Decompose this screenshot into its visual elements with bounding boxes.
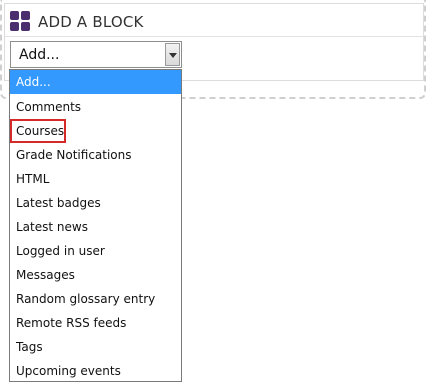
dropdown-option-remote-rss-feeds[interactable]: Remote RSS feeds xyxy=(10,311,181,335)
add-block-select[interactable]: Add... xyxy=(10,41,182,68)
add-block-dropdown-list: Add... Comments Courses Grade Notificati… xyxy=(9,69,182,382)
dropdown-option-html[interactable]: HTML xyxy=(10,167,181,191)
dropdown-option-random-glossary-entry[interactable]: Random glossary entry xyxy=(10,287,181,311)
dropdown-option-tags[interactable]: Tags xyxy=(10,335,181,359)
dropdown-option-messages[interactable]: Messages xyxy=(10,263,181,287)
dropdown-option-grade-notifications[interactable]: Grade Notifications xyxy=(10,143,181,167)
dropdown-option-add[interactable]: Add... xyxy=(10,70,181,94)
chevron-down-icon[interactable] xyxy=(165,43,180,66)
select-current-value: Add... xyxy=(19,47,60,63)
dropdown-option-courses[interactable]: Courses xyxy=(10,119,181,143)
dropdown-option-upcoming-events[interactable]: Upcoming events xyxy=(10,359,181,383)
dropdown-option-latest-news[interactable]: Latest news xyxy=(10,215,181,239)
dropdown-option-logged-in-user[interactable]: Logged in user xyxy=(10,239,181,263)
dropdown-option-comments[interactable]: Comments xyxy=(10,95,181,119)
block-header: ADD A BLOCK xyxy=(5,4,423,37)
blocks-grid-icon xyxy=(10,11,31,32)
block-title: ADD A BLOCK xyxy=(38,13,144,31)
dropdown-option-latest-badges[interactable]: Latest badges xyxy=(10,191,181,215)
